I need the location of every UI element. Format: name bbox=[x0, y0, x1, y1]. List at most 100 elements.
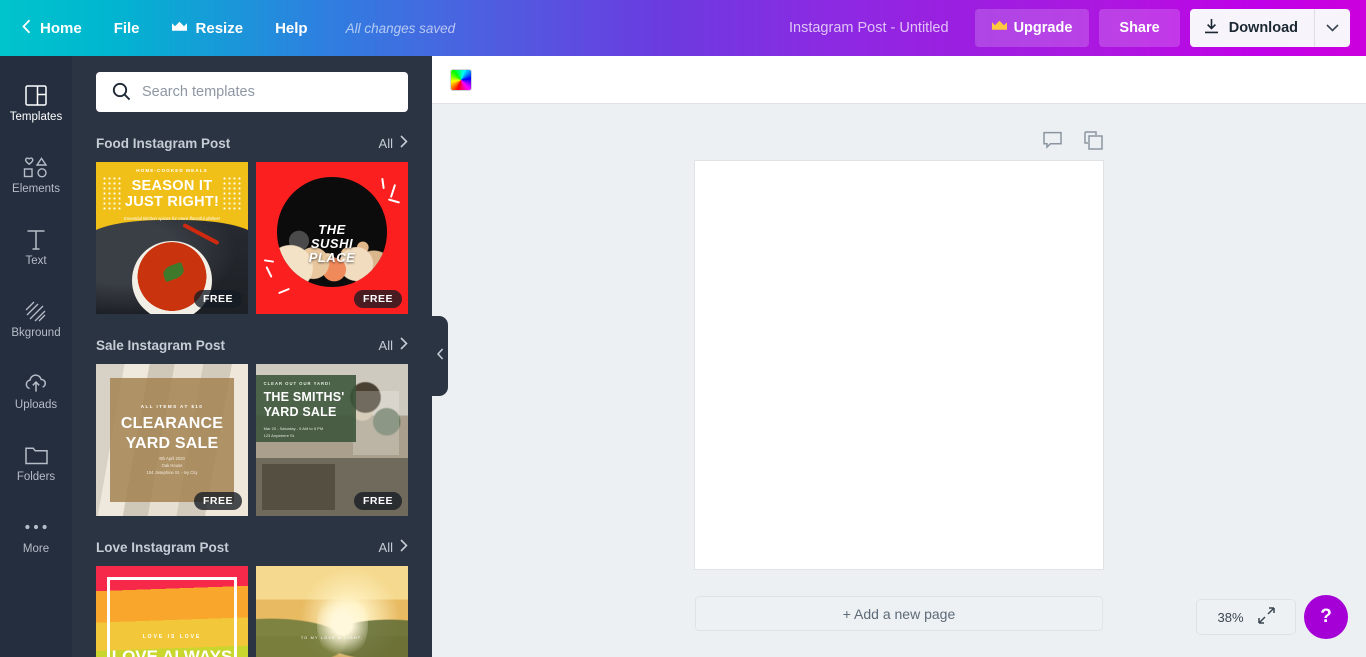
templates-panel: Food Instagram Post All HOME-COOKED MEAL… bbox=[72, 56, 432, 657]
template-card-love-always[interactable]: LOVE IS LOVE LOVE ALWAYS bbox=[96, 566, 248, 657]
download-group: Download bbox=[1189, 9, 1350, 47]
menu-help[interactable]: Help bbox=[259, 0, 324, 56]
template-subtext: 6th April 2020 Oak House 104 Josephine St.… bbox=[146, 456, 198, 476]
download-options-button[interactable] bbox=[1314, 9, 1350, 47]
template-text-block: HOME-COOKED MEALS SEASON IT JUST RIGHT! E… bbox=[96, 168, 248, 221]
layout-icon bbox=[25, 84, 47, 106]
save-status: All changes saved bbox=[345, 20, 456, 36]
section-all-food[interactable]: All bbox=[379, 135, 408, 151]
sidebar-label-uploads: Uploads bbox=[14, 399, 58, 412]
template-subtext: Essential kitchen spices for more flavor… bbox=[124, 216, 220, 221]
template-card-happy-valentines-day[interactable]: TO MY LOVE & LIGHT, HAPPYVALENTINE'S DAY… bbox=[256, 566, 408, 657]
sidebar-item-uploads[interactable]: Uploads bbox=[0, 356, 72, 428]
template-card-season-it-just-right[interactable]: HOME-COOKED MEALS SEASON IT JUST RIGHT! E… bbox=[96, 162, 248, 314]
duplicate-page-icon[interactable] bbox=[1084, 131, 1103, 155]
section-all-love[interactable]: All bbox=[379, 539, 408, 555]
sidebar-item-elements[interactable]: Elements bbox=[0, 140, 72, 212]
sidebar-item-bkground[interactable]: Bkground bbox=[0, 284, 72, 356]
template-card-the-smiths-yard-sale[interactable]: CLEAR OUT OUR YARD! THE SMITHS' YARD SALE… bbox=[256, 364, 408, 516]
free-badge: FREE bbox=[193, 290, 242, 308]
section-all-sale[interactable]: All bbox=[379, 337, 408, 353]
menu-resize[interactable]: Resize bbox=[156, 0, 260, 56]
menu-home-label: Home bbox=[40, 19, 82, 37]
sidebar-label-text: Text bbox=[25, 255, 47, 268]
text-t-icon bbox=[26, 228, 46, 250]
template-subtext: Mar 20 - Saturday - 9 AM to 5 PM 123 Anyw… bbox=[263, 426, 324, 438]
spark-decoration bbox=[381, 177, 385, 190]
chevron-left-icon bbox=[22, 19, 31, 38]
template-card-clearance-yard-sale[interactable]: ALL ITEMS AT $10 CLEARANCE YARD SALE 6th … bbox=[96, 364, 248, 516]
download-button[interactable]: Download bbox=[1189, 9, 1314, 47]
top-bar: Home File Resize Help All changes saved … bbox=[0, 0, 1366, 56]
canvas-tools bbox=[1043, 131, 1103, 155]
template-heading: SEASON IT JUST RIGHT! bbox=[124, 178, 220, 210]
upload-cloud-icon bbox=[24, 372, 48, 394]
template-row-food: HOME-COOKED MEALS SEASON IT JUST RIGHT! E… bbox=[72, 162, 432, 314]
section-all-label: All bbox=[378, 337, 393, 353]
section-title-love: Love Instagram Post bbox=[96, 539, 229, 555]
download-icon bbox=[1204, 18, 1219, 38]
shelf-shape bbox=[353, 391, 399, 456]
share-button[interactable]: Share bbox=[1099, 9, 1180, 47]
free-badge: FREE bbox=[193, 492, 242, 510]
spark-decoration bbox=[265, 266, 273, 278]
menu-home[interactable]: Home bbox=[0, 0, 98, 56]
spark-decoration bbox=[387, 198, 401, 204]
ellipsis-icon bbox=[24, 516, 48, 538]
template-heading: THE SMITHS' YARD SALE bbox=[263, 389, 345, 419]
spark-decoration bbox=[389, 184, 397, 198]
search-bar[interactable] bbox=[96, 72, 408, 112]
sidebar-label-templates: Templates bbox=[9, 111, 63, 124]
chevron-right-icon bbox=[400, 135, 408, 151]
chevron-right-icon bbox=[400, 539, 408, 555]
crown-icon bbox=[991, 20, 1007, 36]
section-header-food: Food Instagram Post All bbox=[72, 134, 432, 152]
help-button[interactable]: ? bbox=[1304, 595, 1348, 639]
template-kicker: LOVE IS LOVE bbox=[142, 634, 202, 641]
section-header-love: Love Instagram Post All bbox=[72, 538, 432, 556]
chevron-right-icon bbox=[400, 337, 408, 353]
document-title[interactable]: Instagram Post - Untitled bbox=[789, 20, 949, 36]
editor-toolbar bbox=[432, 56, 1366, 104]
section-title-food: Food Instagram Post bbox=[96, 135, 231, 151]
template-kicker: ALL ITEMS AT $10 bbox=[140, 403, 204, 409]
sun-glow bbox=[316, 590, 369, 657]
share-label: Share bbox=[1119, 20, 1160, 36]
sidebar-item-templates[interactable]: Templates bbox=[0, 68, 72, 140]
free-badge: FREE bbox=[353, 290, 402, 308]
top-bar-actions: Instagram Post - Untitled Upgrade Share … bbox=[789, 0, 1366, 56]
color-picker-swatch[interactable] bbox=[450, 68, 472, 91]
help-label: ? bbox=[1320, 606, 1332, 627]
template-kicker: HOME-COOKED MEALS bbox=[136, 168, 208, 173]
menu-resize-label: Resize bbox=[195, 19, 244, 37]
hatch-icon bbox=[25, 300, 47, 322]
panel-search-area bbox=[72, 56, 432, 112]
template-card-the-sushi-place[interactable]: THE SUSHI PLACE FREE bbox=[256, 162, 408, 314]
template-heading: THE SUSHI PLACE bbox=[308, 221, 356, 265]
comment-icon[interactable] bbox=[1043, 131, 1062, 155]
zoom-control[interactable]: 38% bbox=[1196, 599, 1296, 635]
section-all-label: All bbox=[378, 135, 393, 151]
add-new-page-button[interactable]: + Add a new page bbox=[695, 596, 1103, 631]
table-shape bbox=[262, 464, 336, 510]
design-canvas[interactable] bbox=[695, 161, 1103, 569]
top-bar-menu: Home File Resize Help All changes saved bbox=[0, 0, 455, 56]
chevron-left-icon bbox=[436, 347, 444, 365]
menu-file[interactable]: File bbox=[98, 0, 156, 56]
sidebar-label-folders: Folders bbox=[16, 471, 56, 484]
upgrade-label: Upgrade bbox=[1013, 20, 1073, 36]
search-input[interactable] bbox=[96, 72, 408, 112]
white-frame bbox=[106, 576, 238, 657]
template-kicker: TO MY LOVE & LIGHT, bbox=[300, 635, 364, 640]
expand-arrows-icon[interactable] bbox=[1257, 607, 1275, 627]
section-all-label: All bbox=[378, 539, 393, 555]
sidebar-label-elements: Elements bbox=[12, 183, 60, 196]
sidebar-item-more[interactable]: More bbox=[0, 500, 72, 572]
sidebar-item-text[interactable]: Text bbox=[0, 212, 72, 284]
add-new-page-label: + Add a new page bbox=[842, 605, 956, 622]
sidebar-item-folders[interactable]: Folders bbox=[0, 428, 72, 500]
upgrade-button[interactable]: Upgrade bbox=[974, 9, 1090, 47]
section-header-sale: Sale Instagram Post All bbox=[72, 336, 432, 354]
panel-collapse-handle[interactable] bbox=[432, 316, 448, 396]
crown-icon bbox=[171, 20, 187, 37]
